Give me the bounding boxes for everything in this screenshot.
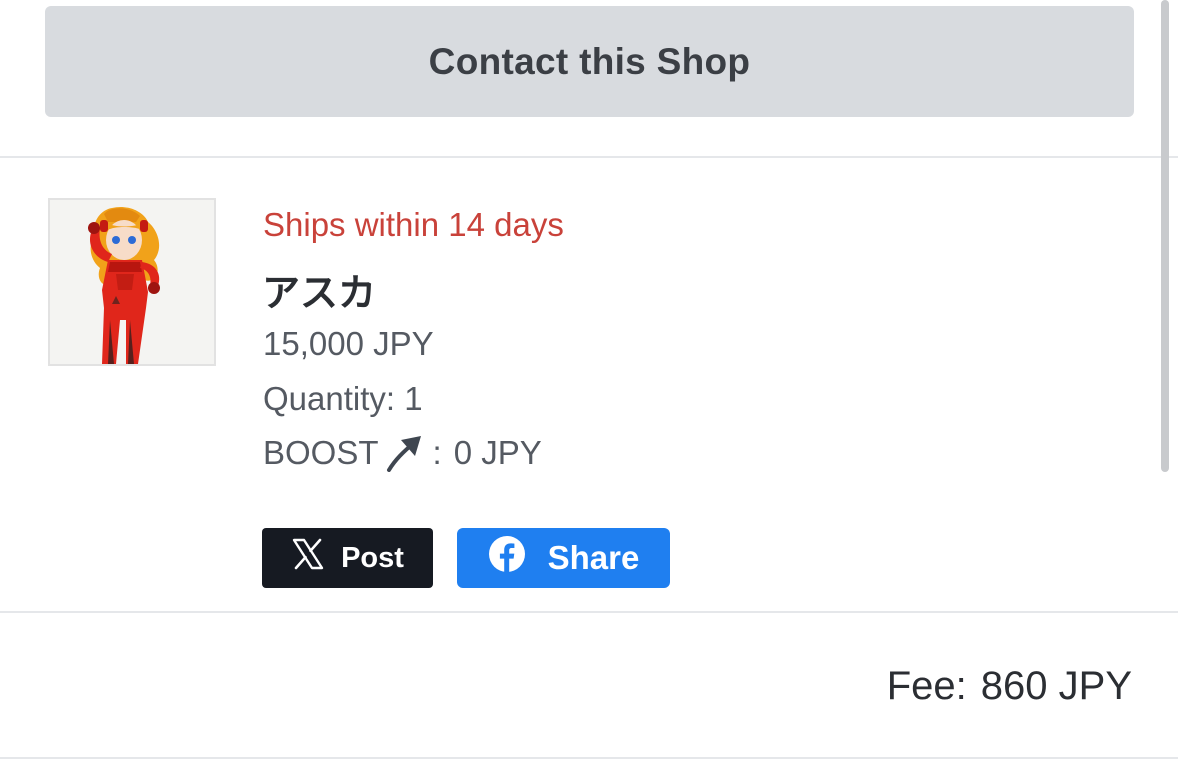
order-item-panel: Contact this Shop Ships within 14 days ア… xyxy=(0,0,1178,761)
facebook-logo-icon xyxy=(488,535,526,581)
item-title[interactable]: アスカ xyxy=(262,262,376,317)
boost-separator: : xyxy=(432,434,442,471)
quantity-label: Quantity: xyxy=(263,380,396,417)
quantity-value: 1 xyxy=(404,380,423,417)
section-divider xyxy=(0,757,1178,759)
boost-label: BOOST xyxy=(263,434,379,471)
contact-shop-button[interactable]: Contact this Shop xyxy=(45,6,1134,117)
fee-value: 860 JPY xyxy=(980,664,1132,708)
scrollbar[interactable] xyxy=(1161,0,1169,472)
shipping-time: Ships within 14 days xyxy=(263,206,564,243)
item-boost: BOOST : 0 JPY xyxy=(263,434,542,472)
post-label: Post xyxy=(341,541,404,574)
figure-image xyxy=(50,200,214,364)
boost-value: 0 JPY xyxy=(453,434,542,471)
section-divider xyxy=(0,156,1178,158)
section-divider xyxy=(0,611,1178,613)
item-price: 15,000 JPY xyxy=(263,325,434,362)
facebook-share-button[interactable]: Share xyxy=(457,528,670,588)
share-label: Share xyxy=(547,539,640,576)
x-logo-icon xyxy=(291,537,325,579)
boost-arrow-icon xyxy=(385,434,425,472)
post-to-x-button[interactable]: Post xyxy=(262,528,433,588)
item-quantity: Quantity: 1 xyxy=(263,380,423,418)
item-thumbnail[interactable] xyxy=(48,198,216,366)
fee-summary: Fee: 860 JPY xyxy=(887,664,1132,709)
fee-label: Fee: xyxy=(886,664,967,708)
